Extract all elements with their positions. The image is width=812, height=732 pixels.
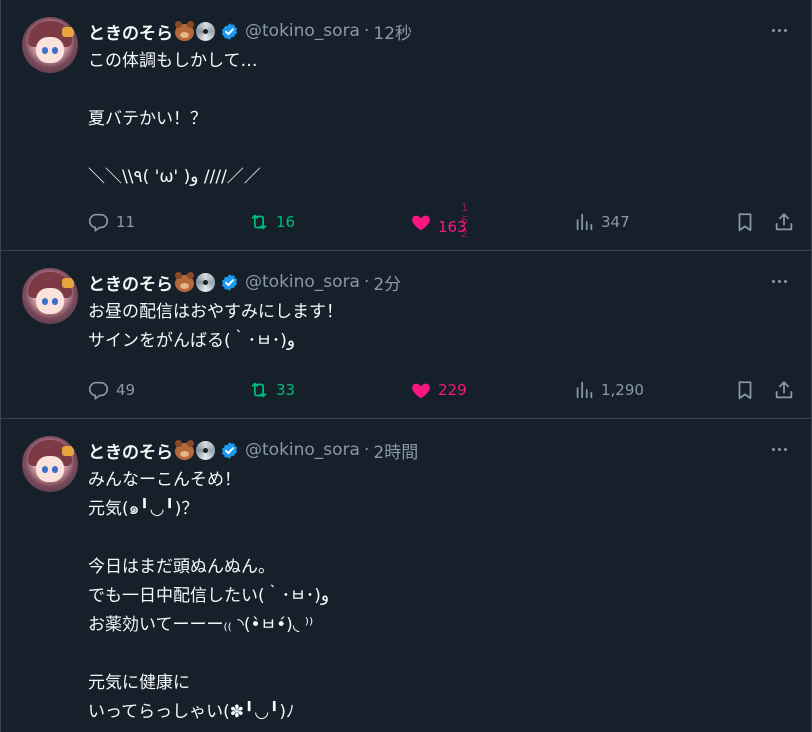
retweet-icon — [251, 214, 267, 230]
action-bar: 11 16 1 6 2 163 347 — [88, 201, 793, 240]
tweet[interactable]: ときのそら @tokino_sora · 2分 お昼の配信はおやすみにします！ … — [1, 251, 811, 419]
timestamp[interactable]: 2時間 — [373, 438, 418, 463]
bookmark-button[interactable] — [734, 375, 756, 405]
share-icon — [775, 381, 793, 399]
disc-emoji-icon — [196, 272, 215, 292]
share-button[interactable] — [773, 207, 795, 237]
views-button[interactable]: 347 — [573, 207, 630, 237]
tweet[interactable]: ときのそら @tokino_sora · 12秒 この体調もしかして… 夏バテか… — [1, 0, 811, 251]
timeline-feed: ときのそら @tokino_sora · 12秒 この体調もしかして… 夏バテか… — [0, 0, 812, 732]
verified-badge-icon[interactable] — [220, 441, 239, 460]
like-heart-icon — [412, 215, 430, 231]
separator-dot: · — [363, 21, 370, 41]
reply-count: 49 — [116, 381, 136, 399]
tweet-header: ときのそら @tokino_sora · 12秒 — [88, 18, 412, 44]
like-count: 229 — [438, 381, 467, 399]
separator-dot: · — [363, 440, 370, 460]
reply-button[interactable]: 49 — [88, 375, 135, 405]
share-icon — [775, 213, 793, 231]
timestamp[interactable]: 2分 — [373, 270, 401, 295]
share-button[interactable] — [773, 375, 795, 405]
retweet-button[interactable]: 33 — [248, 375, 295, 405]
disc-emoji-icon — [196, 21, 215, 41]
tweet-text: この体調もしかして… 夏バテかい！？ ＼＼\\٩( 'ω' )و ////／／ — [88, 51, 261, 187]
user-handle[interactable]: @tokino_sora — [245, 440, 360, 460]
display-name[interactable]: ときのそら — [88, 438, 173, 463]
user-handle[interactable]: @tokino_sora — [245, 21, 360, 41]
more-dots-icon[interactable] — [767, 269, 791, 293]
view-count: 1,290 — [601, 381, 644, 399]
avatar[interactable] — [22, 436, 78, 492]
verified-badge-icon[interactable] — [220, 273, 239, 292]
views-chart-icon — [576, 213, 593, 231]
retweet-button[interactable]: 16 — [248, 207, 295, 237]
tweet-text: お昼の配信はおやすみにします！ サインをがんばる(｀･ㅂ･)و — [88, 302, 343, 351]
retweet-count: 33 — [276, 381, 296, 399]
display-name[interactable]: ときのそら — [88, 270, 173, 295]
separator-dot: · — [363, 272, 370, 292]
verified-badge-icon[interactable] — [220, 22, 239, 41]
views-chart-icon — [576, 381, 593, 399]
action-bar: 49 33 229 1,290 — [88, 375, 793, 405]
tweet-text: みんなーこんそめ！ 元気(๑╹◡╹)？ 今日はまだ頭ぬんぬん。 でも一日中配信し… — [88, 470, 330, 722]
like-heart-icon — [412, 383, 430, 399]
tweet[interactable]: ときのそら @tokino_sora · 2時間 みんなーこんそめ！ 元気(๑╹… — [1, 419, 811, 732]
bookmark-button[interactable] — [734, 207, 756, 237]
user-handle[interactable]: @tokino_sora — [245, 272, 360, 292]
view-count: 347 — [601, 213, 630, 231]
tweet-header: ときのそら @tokino_sora · 2分 — [88, 269, 401, 295]
tweet-header: ときのそら @tokino_sora · 2時間 — [88, 437, 418, 463]
bear-emoji-icon — [175, 439, 194, 460]
more-dots-icon[interactable] — [767, 437, 791, 461]
reply-icon — [89, 213, 109, 232]
reply-button[interactable]: 11 — [88, 207, 135, 237]
views-button[interactable]: 1,290 — [573, 375, 644, 405]
bookmark-icon — [738, 381, 752, 400]
retweet-icon — [251, 382, 267, 398]
more-dots-icon[interactable] — [767, 18, 791, 42]
reply-icon — [89, 381, 109, 400]
retweet-count: 16 — [276, 213, 296, 231]
avatar[interactable] — [22, 17, 78, 73]
bear-emoji-icon — [175, 20, 194, 41]
bear-emoji-icon — [175, 271, 194, 292]
like-button[interactable]: 1 6 2 163 — [410, 201, 468, 240]
bookmark-icon — [738, 213, 752, 232]
like-button[interactable]: 229 — [410, 375, 467, 405]
reply-count: 11 — [116, 213, 136, 231]
disc-emoji-icon — [196, 440, 215, 460]
avatar[interactable] — [22, 268, 78, 324]
like-count: 163 — [438, 218, 467, 236]
timestamp[interactable]: 12秒 — [373, 19, 412, 44]
display-name[interactable]: ときのそら — [88, 19, 173, 44]
